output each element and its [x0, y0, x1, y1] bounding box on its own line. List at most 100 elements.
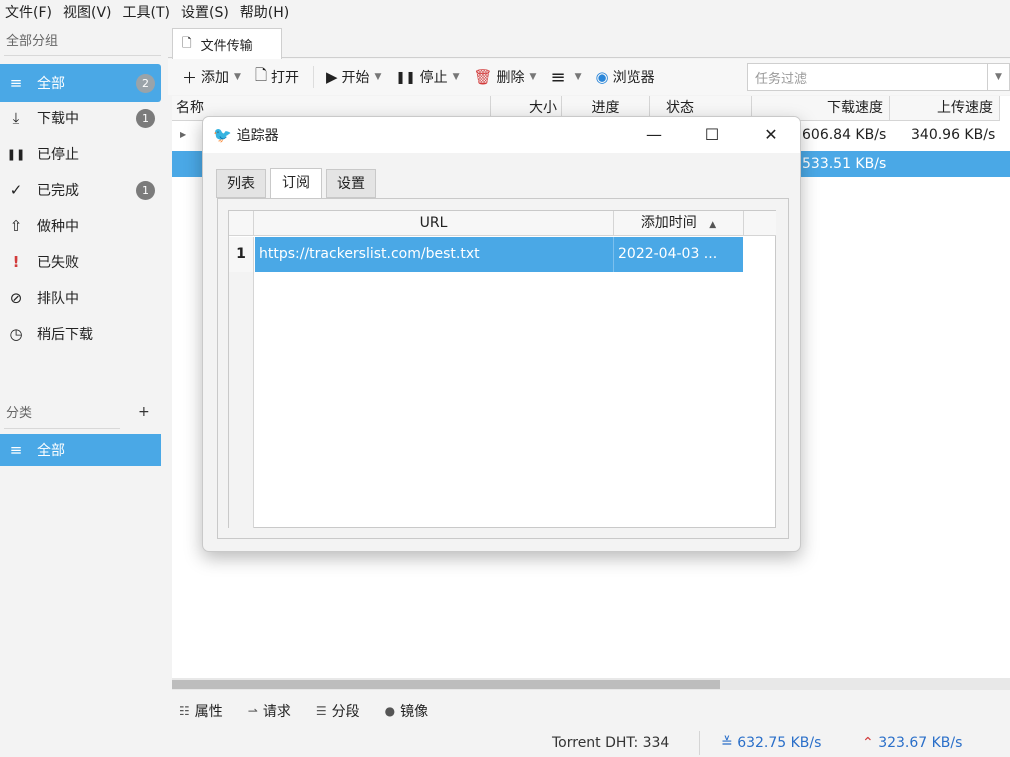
- sidebar-item-queued[interactable]: ⊘ 排队中: [0, 281, 161, 315]
- open-button[interactable]: 🗋 打开: [255, 65, 299, 90]
- sidebar-item-label: 已停止: [37, 147, 79, 163]
- upload-speed: 340.96 KB/s: [911, 127, 996, 143]
- category-title: 分类: [6, 406, 33, 421]
- group-title: 全部分组: [6, 34, 59, 49]
- tab-label: 属性: [194, 704, 223, 720]
- browser-button[interactable]: ◉ 浏览器: [595, 67, 654, 87]
- tab-list[interactable]: 列表: [216, 169, 266, 198]
- sidebar-item-label: 做种中: [37, 219, 79, 235]
- tab-settings[interactable]: 设置: [326, 169, 376, 198]
- tab-label: 请求: [262, 704, 291, 720]
- dialog-title: 追踪器: [236, 128, 279, 144]
- play-icon: ▶: [326, 68, 338, 86]
- chevron-down-icon[interactable]: ▼: [575, 72, 582, 82]
- upload-icon: ⇧: [9, 217, 23, 235]
- clock-icon: ◷: [9, 325, 23, 343]
- toolbar-separator: [313, 66, 314, 88]
- minimize-button[interactable]: —: [639, 123, 669, 147]
- count-badge: 1: [136, 108, 155, 128]
- category-item-all[interactable]: ≡ 全部: [0, 434, 161, 466]
- row-header-gutter: [229, 272, 254, 528]
- pause-icon: ❚❚: [395, 70, 416, 84]
- menu-settings[interactable]: 设置(S): [176, 2, 235, 22]
- sidebar-item-label: 已失败: [37, 255, 79, 271]
- sidebar-item-later[interactable]: ◷ 稍后下载: [0, 317, 161, 351]
- menu-tools[interactable]: 工具(T): [118, 2, 176, 22]
- start-button[interactable]: ▶ 开始 ▼: [326, 67, 381, 87]
- tab-label: 镜像: [400, 704, 429, 720]
- added-time: 2022-04-03 ...: [618, 246, 718, 262]
- goose-logo-icon: 🐦: [213, 126, 232, 144]
- sidebar-item-stopped[interactable]: ❚❚ 已停止: [0, 137, 161, 171]
- sidebar-item-failed[interactable]: ! 已失败: [0, 245, 161, 279]
- task-filter-input[interactable]: 任务过滤 ▼: [747, 63, 1010, 91]
- count-badge: 1: [136, 180, 155, 200]
- document-icon: 🗋: [182, 35, 192, 50]
- maximize-button[interactable]: ☐: [697, 123, 727, 147]
- filter-placeholder: 任务过滤: [755, 71, 808, 87]
- tab-subscription[interactable]: 订阅: [270, 168, 322, 199]
- column-header-upload-speed[interactable]: 上传速度: [890, 96, 1000, 121]
- row-number: 1: [229, 237, 254, 272]
- download-icon: ⤓: [12, 109, 20, 127]
- upload-speed-status: ⌃ 323.67 KB/s: [862, 735, 962, 751]
- sidebar-item-completed[interactable]: ✓ 已完成 1: [0, 173, 161, 207]
- sidebar-item-label: 全部: [37, 76, 65, 92]
- detail-tabs: ☷ 属性 ⇀ 请求 ☰ 分段 ● 镜像: [172, 695, 1010, 727]
- sort-up-icon: ▲: [709, 220, 717, 230]
- chevron-down-icon[interactable]: ▼: [987, 64, 1009, 90]
- add-category-button[interactable]: +: [138, 404, 150, 420]
- divider: [4, 428, 120, 429]
- properties-icon: ☷: [179, 704, 190, 718]
- column-header-url[interactable]: URL: [254, 211, 614, 236]
- sidebar-item-downloading[interactable]: ⤓ 下载中 1: [0, 101, 161, 135]
- menu-view[interactable]: 视图(V): [58, 2, 118, 22]
- pause-icon: ❚❚: [6, 147, 26, 161]
- tracker-dialog: 🐦 追踪器 — ☐ ✕ 列表 订阅 设置 URL 添加时间 ▲ 1 https:…: [202, 116, 801, 552]
- tab-requests[interactable]: ⇀ 请求: [248, 701, 291, 721]
- expand-arrow-icon[interactable]: ▶: [180, 122, 186, 148]
- add-label: 添加: [201, 70, 230, 86]
- tab-file-transfer[interactable]: 🗋 文件传输: [172, 28, 282, 59]
- count-badge: 2: [136, 73, 155, 93]
- horizontal-scrollbar[interactable]: [172, 678, 1010, 690]
- add-button[interactable]: ＋ 添加 ▼: [182, 67, 241, 88]
- sidebar-item-seeding[interactable]: ⇧ 做种中: [0, 209, 161, 243]
- compass-icon: ⊘: [9, 289, 23, 307]
- trash-icon: 🗑: [473, 68, 493, 86]
- divider: [699, 731, 700, 755]
- table-row[interactable]: https://trackerslist.com/best.txt 2022-0…: [255, 237, 743, 272]
- sidebar-item-label: 下载中: [37, 111, 79, 127]
- list-icon: ≡: [9, 441, 23, 459]
- start-label: 开始: [341, 70, 370, 86]
- close-button[interactable]: ✕: [756, 123, 786, 147]
- more-menu-button[interactable]: ≡ ▼: [550, 67, 581, 88]
- double-chevron-down-icon: ≚: [721, 735, 738, 751]
- menu-bar: 文件(F) 视图(V) 工具(T) 设置(S) 帮助(H): [0, 0, 1010, 24]
- scrollbar-thumb[interactable]: [172, 680, 720, 689]
- chevron-down-icon[interactable]: ▼: [530, 72, 537, 82]
- plus-icon: ＋: [182, 68, 198, 87]
- chevron-down-icon[interactable]: ▼: [375, 72, 382, 82]
- tab-label: 分段: [331, 704, 360, 720]
- tab-segments[interactable]: ☰ 分段: [316, 701, 360, 721]
- download-speed: 533.51 KB/s: [802, 156, 887, 172]
- menu-help[interactable]: 帮助(H): [235, 2, 295, 22]
- corner-header[interactable]: [229, 211, 254, 236]
- browser-label: 浏览器: [612, 70, 655, 86]
- tab-mirrors[interactable]: ● 镜像: [385, 701, 428, 721]
- tab-properties[interactable]: ☷ 属性: [179, 701, 223, 721]
- column-header-added-time[interactable]: 添加时间 ▲: [614, 211, 744, 236]
- error-shield-icon: !: [12, 253, 20, 271]
- download-speed-status: ≚ 632.75 KB/s: [721, 735, 821, 751]
- chevron-down-icon[interactable]: ▼: [234, 72, 241, 82]
- menu-file[interactable]: 文件(F): [0, 2, 58, 22]
- download-speed: 606.84 KB/s: [802, 127, 887, 143]
- stop-button[interactable]: ❚❚ 停止 ▼: [395, 67, 459, 87]
- delete-button[interactable]: 🗑 删除 ▼: [474, 67, 537, 87]
- sidebar-item-all[interactable]: ≡ 全部 2: [0, 64, 161, 102]
- sidebar: 全部分组 ≡ 全部 2 ⤓ 下载中 1 ❚❚ 已停止 ✓ 已完成 1 ⇧ 做种中…: [0, 24, 167, 757]
- tracker-url: https://trackerslist.com/best.txt: [259, 246, 480, 262]
- chevron-down-icon[interactable]: ▼: [453, 72, 460, 82]
- sidebar-item-label: 稍后下载: [37, 327, 93, 343]
